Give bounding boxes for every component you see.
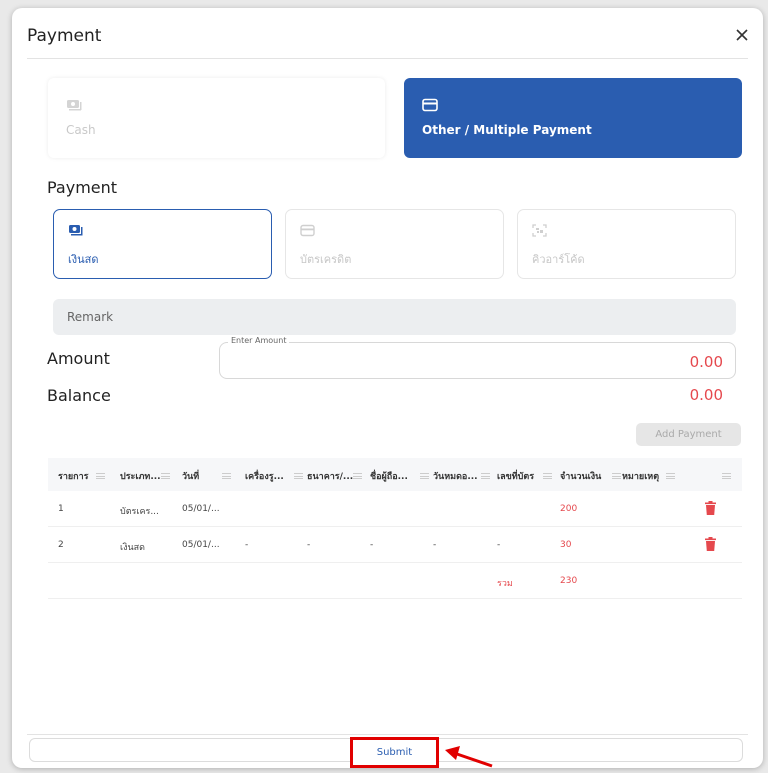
column-menu-icon[interactable] <box>161 473 170 479</box>
column-header[interactable]: จำนวนเงิน <box>560 469 601 483</box>
row-date: 05/01/... <box>182 504 220 514</box>
payment-method-qr-code[interactable]: คิวอาร์โค้ด <box>517 209 736 279</box>
row-holder: - <box>370 540 374 550</box>
column-menu-icon[interactable] <box>481 473 490 479</box>
qr-code-icon <box>532 224 547 237</box>
payment-method-label: เงินสด <box>68 253 99 266</box>
column-header[interactable]: ธนาคาร/... <box>307 469 353 483</box>
column-menu-icon[interactable] <box>294 473 303 479</box>
table-header: รายการ ประเภท... วันที่ เครื่องรู... ธนา… <box>48 458 742 491</box>
column-menu-icon[interactable] <box>353 473 362 479</box>
column-header[interactable]: เครื่องรู... <box>245 469 284 483</box>
column-menu-icon[interactable] <box>612 473 621 479</box>
column-menu-icon[interactable] <box>543 473 552 479</box>
method-tab-other-multiple[interactable]: Other / Multiple Payment <box>404 78 742 158</box>
balance-value: 0.00 <box>689 386 723 404</box>
method-tab-label: Other / Multiple Payment <box>422 123 592 137</box>
modal-title: Payment <box>27 26 102 46</box>
table-row[interactable]: 1 บัตรเคร... 05/01/... 200 <box>48 491 742 527</box>
column-menu-icon[interactable] <box>420 473 429 479</box>
column-header[interactable]: รายการ <box>58 469 89 483</box>
method-tab-label: Cash <box>66 123 96 137</box>
row-bank: - <box>307 540 311 550</box>
column-menu-icon[interactable] <box>666 473 675 479</box>
column-menu-icon[interactable] <box>222 473 231 479</box>
row-no: 2 <box>58 540 64 550</box>
add-payment-button[interactable]: Add Payment <box>636 423 741 446</box>
payment-method-label: คิวอาร์โค้ด <box>532 253 585 266</box>
method-tab-cash[interactable]: Cash <box>48 78 385 158</box>
close-icon[interactable] <box>735 28 749 42</box>
amount-label: Amount <box>47 349 110 368</box>
modal-header: Payment <box>12 8 763 60</box>
payment-method-credit-card[interactable]: บัตรเครดิต <box>285 209 504 279</box>
row-machine: - <box>245 540 249 550</box>
credit-card-icon <box>422 98 438 112</box>
table-row[interactable]: 2 เงินสด 05/01/... - - - - - 30 <box>48 527 742 563</box>
column-header[interactable]: วันหมดอ... <box>433 469 478 483</box>
row-type: เงินสด <box>120 543 145 553</box>
payment-method-label: บัตรเครดิต <box>300 253 352 266</box>
total-label: รวม <box>497 579 513 589</box>
table-total-row: รวม 230 <box>48 563 742 599</box>
amount-field-legend: Enter Amount <box>228 336 290 345</box>
trash-icon[interactable] <box>705 501 716 515</box>
annotation-arrow-icon <box>445 746 493 768</box>
column-menu-icon[interactable] <box>722 473 731 479</box>
column-header[interactable]: หมายเหตุ <box>622 469 659 483</box>
total-value: 230 <box>560 576 578 586</box>
footer-divider <box>27 734 748 735</box>
amount-input[interactable]: Enter Amount 0.00 <box>219 336 736 379</box>
column-header[interactable]: วันที่ <box>182 469 199 483</box>
row-expiry: - <box>433 540 437 550</box>
payment-section-title: Payment <box>47 178 118 197</box>
amount-value: 0.00 <box>689 353 723 371</box>
cash-icon <box>67 100 82 111</box>
column-header[interactable]: ชื่อผู้ถือ... <box>370 469 408 483</box>
row-type: บัตรเคร... <box>120 507 159 517</box>
row-card-no: - <box>497 540 501 550</box>
balance-label: Balance <box>47 386 111 405</box>
payment-modal: Payment Cash Other / Multiple Payment Pa… <box>12 8 763 768</box>
submit-button[interactable]: Submit <box>350 737 439 768</box>
payment-method-cash[interactable]: เงินสด <box>53 209 272 279</box>
row-amount: 30 <box>560 540 572 550</box>
payment-table: รายการ ประเภท... วันที่ เครื่องรู... ธนา… <box>48 458 742 599</box>
row-amount: 200 <box>560 504 578 514</box>
column-header[interactable]: เลขที่บัตร <box>497 469 534 483</box>
row-date: 05/01/... <box>182 540 220 550</box>
header-divider <box>27 58 748 59</box>
trash-icon[interactable] <box>705 537 716 551</box>
column-menu-icon[interactable] <box>96 473 105 479</box>
row-no: 1 <box>58 504 64 514</box>
remark-input[interactable] <box>53 299 736 335</box>
credit-card-icon <box>300 224 315 237</box>
column-header[interactable]: ประเภท... <box>120 469 161 483</box>
cash-icon <box>69 225 83 236</box>
